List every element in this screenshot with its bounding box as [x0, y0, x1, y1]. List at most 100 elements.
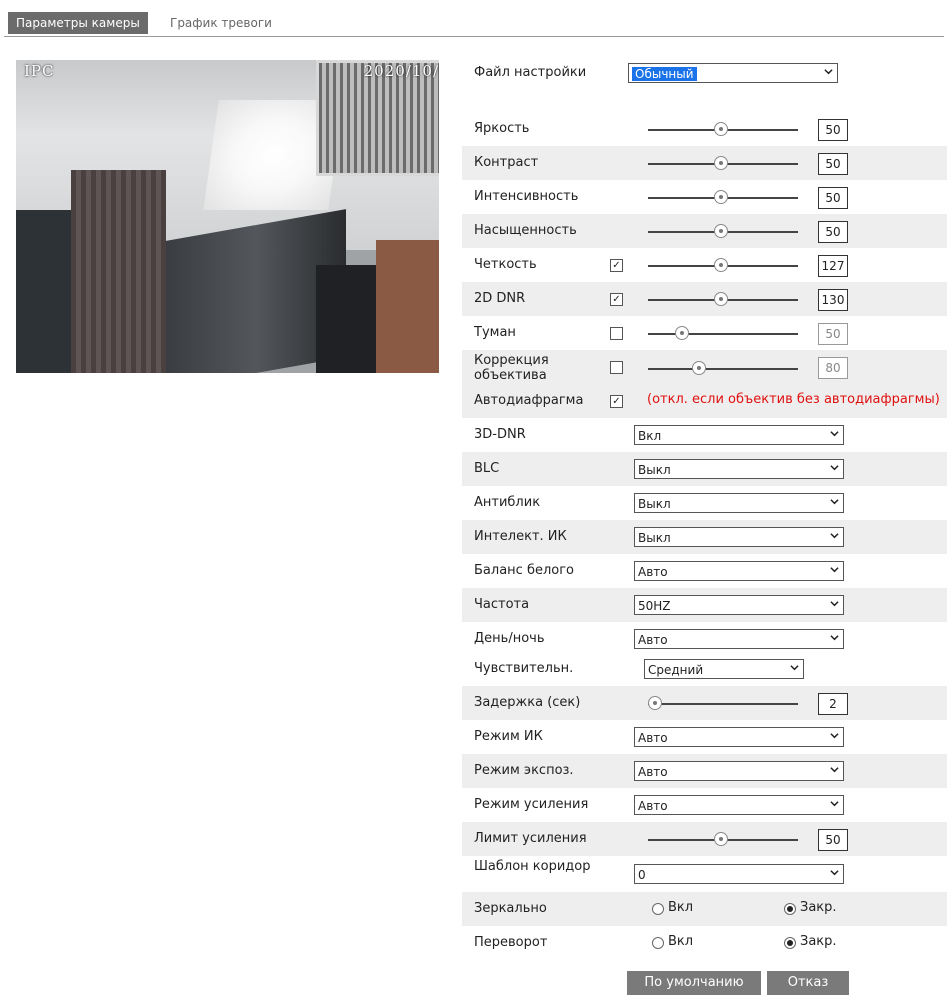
flip-on-radio[interactable] [652, 937, 664, 949]
dropdown-select[interactable]: Авто [634, 795, 844, 815]
gain-limit-label: Лимит усиления [474, 831, 587, 846]
auto-iris-label: Автодиафрагма [474, 393, 584, 408]
slider-track[interactable] [648, 333, 798, 335]
corridor-row: Шаблон коридор 0 [462, 856, 947, 892]
mirror-on-radio[interactable] [652, 903, 664, 915]
chevron-down-icon [830, 801, 839, 807]
dropdown-select[interactable]: 50HZ [634, 595, 844, 615]
slider-label: Контраст [474, 155, 539, 170]
dropdown-select[interactable]: Авто [634, 629, 844, 649]
delay-slider-track[interactable] [648, 703, 798, 705]
delay-value-input[interactable]: 2 [818, 693, 848, 715]
sensitivity-row: Чувствительн. Средний [462, 652, 947, 686]
slider-label: 2D DNR [474, 291, 526, 306]
slider-row: Коррекция объектива 80 [462, 350, 947, 386]
slider-handle[interactable] [714, 122, 728, 136]
chevron-down-icon [830, 499, 839, 505]
select-label: Режим усиления [474, 797, 589, 812]
dropdown-select[interactable]: Авто [634, 561, 844, 581]
dropdown-select[interactable]: Вкл [634, 425, 844, 445]
slider-handle[interactable] [714, 156, 728, 170]
slider-label: Насыщенность [474, 223, 577, 238]
slider-label: Интенсивность [474, 189, 579, 204]
slider-value-input[interactable]: 50 [818, 119, 848, 141]
mirror-on-label: Вкл [668, 900, 694, 915]
slider-label: Коррекция объектива [474, 353, 549, 383]
select-row: BLC Выкл [462, 452, 947, 486]
slider-row: 2D DNR ✓ 130 [462, 282, 947, 316]
dropdown-select[interactable]: Выкл [634, 527, 844, 547]
auto-iris-checkbox[interactable]: ✓ [610, 395, 623, 408]
chevron-down-icon [790, 665, 799, 671]
gain-limit-slider-handle[interactable] [714, 832, 728, 846]
select-row: Режим усиления Авто [462, 788, 947, 822]
slider-handle[interactable] [714, 190, 728, 204]
select-label: Частота [474, 597, 530, 612]
select-row: Режим экспоз. Авто [462, 754, 947, 788]
sensitivity-select[interactable]: Средний [644, 659, 804, 679]
profile-select[interactable]: Обычный [628, 63, 838, 83]
delay-slider-handle[interactable] [648, 696, 662, 710]
slider-row: Яркость 50 [462, 112, 947, 146]
default-button[interactable]: По умолчанию [627, 971, 761, 995]
flip-label: Переворот [474, 935, 548, 950]
slider-row: Контраст 50 [462, 146, 947, 180]
delay-label: Задержка (сек) [474, 695, 581, 710]
chevron-down-icon [830, 870, 839, 876]
chevron-down-icon [830, 567, 839, 573]
select-label: Режим экспоз. [474, 763, 574, 778]
select-row: Режим ИК Авто [462, 720, 947, 754]
select-row: 3D-DNR Вкл [462, 418, 947, 452]
flip-off-label: Закр. [800, 934, 837, 949]
chevron-down-icon [830, 431, 839, 437]
corridor-select[interactable]: 0 [634, 864, 844, 884]
chevron-down-icon [830, 733, 839, 739]
slider-handle[interactable] [714, 224, 728, 238]
auto-iris-note: (откл. если объектив без автодиафрагмы) [647, 392, 940, 407]
slider-value-input[interactable]: 50 [818, 153, 848, 175]
slider-label: Четкость [474, 257, 537, 272]
select-row: Интелект. ИК Выкл [462, 520, 947, 554]
select-label: Антиблик [474, 495, 541, 510]
cancel-button[interactable]: Отказ [767, 971, 849, 995]
slider-value-input[interactable]: 130 [818, 289, 848, 311]
dropdown-select[interactable]: Выкл [634, 493, 844, 513]
slider-handle[interactable] [691, 361, 706, 375]
gain-limit-value-input[interactable]: 50 [818, 829, 848, 851]
slider-handle[interactable] [714, 258, 728, 272]
osd-channel-name: IPC [24, 62, 55, 80]
dropdown-select[interactable]: Авто [634, 727, 844, 747]
dropdown-select[interactable]: Авто [634, 761, 844, 781]
slider-row: Насыщенность 50 [462, 214, 947, 248]
chevron-down-icon [824, 69, 833, 75]
slider-handle[interactable] [675, 326, 689, 340]
slider-value-input[interactable]: 127 [818, 255, 848, 277]
slider-enable-checkbox[interactable] [610, 327, 623, 340]
slider-handle[interactable] [714, 292, 728, 306]
chevron-down-icon [830, 465, 839, 471]
select-label: Режим ИК [474, 729, 543, 744]
slider-row: Четкость ✓ 127 [462, 248, 947, 282]
tab-alarm-schedule[interactable]: График тревоги [162, 12, 280, 34]
osd-timestamp: 2020/10/ [363, 62, 439, 80]
mirror-off-radio[interactable] [784, 903, 796, 915]
select-label: Интелект. ИК [474, 529, 567, 544]
slider-enable-checkbox[interactable]: ✓ [610, 293, 623, 306]
slider-value-input[interactable]: 50 [818, 323, 848, 345]
slider-track[interactable] [648, 368, 798, 370]
slider-label: Туман [474, 325, 516, 340]
slider-value-input[interactable]: 50 [818, 187, 848, 209]
tab-camera-settings[interactable]: Параметры камеры [8, 12, 148, 34]
select-label: 3D-DNR [474, 427, 526, 442]
corridor-label: Шаблон коридор [474, 859, 591, 874]
slider-value-input[interactable]: 50 [818, 221, 848, 243]
slider-enable-checkbox[interactable] [610, 361, 623, 374]
dropdown-select[interactable]: Выкл [634, 459, 844, 479]
delay-row: Задержка (сек) 2 [462, 686, 947, 720]
camera-preview: IPC 2020/10/ [16, 60, 439, 373]
slider-value-input[interactable]: 80 [818, 357, 848, 379]
mirror-label: Зеркально [474, 901, 547, 916]
slider-enable-checkbox[interactable]: ✓ [610, 259, 623, 272]
select-label: BLC [474, 461, 500, 476]
flip-off-radio[interactable] [784, 937, 796, 949]
